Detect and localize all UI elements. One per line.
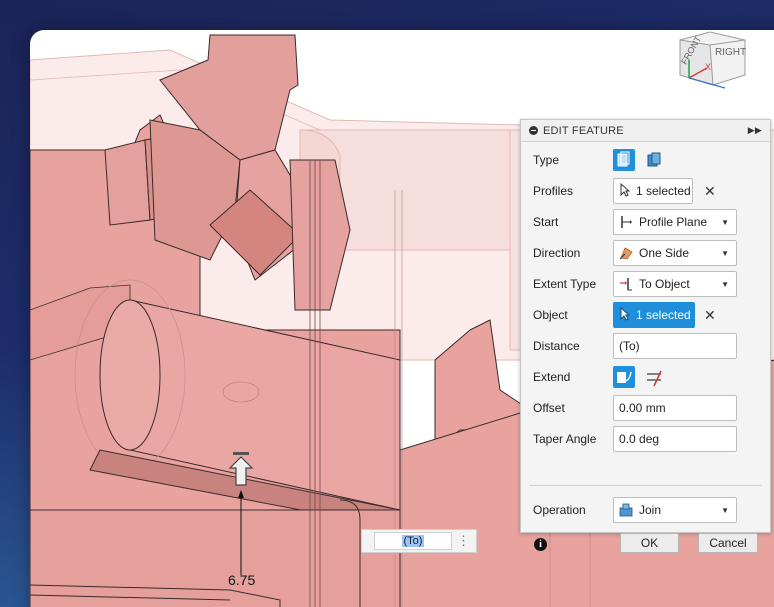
dialog-header[interactable]: EDIT FEATURE ▶▶ <box>521 120 770 142</box>
object-label: Object <box>533 308 568 322</box>
more-options-icon[interactable]: ⋮ <box>457 533 470 549</box>
profile-plane-icon <box>619 215 633 229</box>
distance-input[interactable]: (To) <box>613 333 737 359</box>
inline-distance-input[interactable]: (To) ⋮ <box>361 529 477 553</box>
cursor-arrow-icon <box>620 306 631 324</box>
direction-row: Direction One Side ▼ <box>521 239 770 267</box>
direction-value: One Side <box>639 246 690 260</box>
extent-type-row: Extent Type To Object ▼ <box>521 270 770 298</box>
extent-type-dropdown[interactable]: To Object ▼ <box>613 271 737 297</box>
to-object-icon <box>619 277 633 291</box>
info-icon[interactable]: i <box>534 538 547 551</box>
viewcube-axis-x: X <box>705 62 711 72</box>
distance-label: Distance <box>533 339 580 353</box>
extend-row: Extend <box>521 363 770 391</box>
clear-profiles-icon[interactable]: ✕ <box>704 183 716 200</box>
profiles-value: 1 selected <box>636 184 691 198</box>
taper-angle-row: Taper Angle 0.0 deg <box>521 425 770 453</box>
profiles-label: Profiles <box>533 184 574 198</box>
ok-button[interactable]: OK <box>620 533 679 553</box>
extent-type-value: To Object <box>639 277 690 291</box>
object-value: 1 selected <box>636 308 691 322</box>
profiles-row: Profiles 1 selected ✕ <box>521 177 770 205</box>
chevron-down-icon: ▼ <box>721 506 729 515</box>
viewcube-right-label: RIGHT <box>715 47 746 58</box>
operation-label: Operation <box>533 503 586 517</box>
one-side-icon <box>619 246 633 260</box>
chevron-down-icon: ▼ <box>721 249 729 258</box>
offset-input[interactable]: 0.00 mm <box>613 395 737 421</box>
object-row: Object 1 selected ✕ <box>521 301 770 329</box>
start-dropdown[interactable]: Profile Plane ▼ <box>613 209 737 235</box>
taper-angle-value: 0.0 deg <box>619 432 660 446</box>
distance-value: (To) <box>619 339 640 353</box>
dialog-divider <box>529 485 762 486</box>
expand-icon[interactable]: ▶▶ <box>748 125 762 136</box>
chevron-down-icon: ▼ <box>721 280 729 289</box>
extent-type-label: Extent Type <box>533 277 597 291</box>
start-row: Start Profile Plane ▼ <box>521 208 770 236</box>
chevron-down-icon: ▼ <box>721 218 729 227</box>
collapse-icon[interactable] <box>529 126 538 135</box>
offset-row: Offset 0.00 mm <box>521 394 770 422</box>
operation-dropdown[interactable]: Join ▼ <box>613 497 737 523</box>
edit-feature-dialog: EDIT FEATURE ▶▶ Type Profiles 1 selected… <box>520 119 771 553</box>
cancel-button[interactable]: Cancel <box>698 533 758 553</box>
taper-angle-label: Taper Angle <box>533 432 597 446</box>
extend-all-icon[interactable] <box>644 366 666 388</box>
join-icon <box>619 503 633 517</box>
operation-value: Join <box>639 503 662 517</box>
canvas-window: FRONT RIGHT X (To) ⋮ 6.75 EDIT FEATURE ▶… <box>30 30 774 607</box>
offset-value: 0.00 mm <box>619 401 666 415</box>
extend-label: Extend <box>533 370 571 384</box>
start-label: Start <box>533 215 559 229</box>
offset-label: Offset <box>533 401 565 415</box>
clear-object-icon[interactable]: ✕ <box>704 307 716 324</box>
profiles-select-button[interactable]: 1 selected <box>613 178 693 204</box>
cursor-arrow-icon <box>620 182 631 200</box>
extrude-solid-icon[interactable] <box>613 149 635 171</box>
type-row: Type <box>521 146 770 174</box>
type-label: Type <box>533 153 560 167</box>
direction-label: Direction <box>533 246 581 260</box>
dimension-label: 6.75 <box>228 572 256 588</box>
viewcube[interactable]: FRONT RIGHT X <box>675 30 750 100</box>
dialog-title: EDIT FEATURE <box>543 124 624 137</box>
start-value: Profile Plane <box>639 215 708 229</box>
operation-row: Operation Join ▼ <box>521 496 770 524</box>
object-select-button[interactable]: 1 selected <box>613 302 695 328</box>
direction-dropdown[interactable]: One Side ▼ <box>613 240 737 266</box>
taper-angle-input[interactable]: 0.0 deg <box>613 426 737 452</box>
distance-row: Distance (To) <box>521 332 770 360</box>
inline-distance-value: (To) <box>401 535 425 547</box>
inline-distance-field[interactable]: (To) <box>374 532 452 550</box>
extrude-thin-icon[interactable] <box>644 149 666 171</box>
extend-minimum-icon[interactable] <box>613 366 635 388</box>
